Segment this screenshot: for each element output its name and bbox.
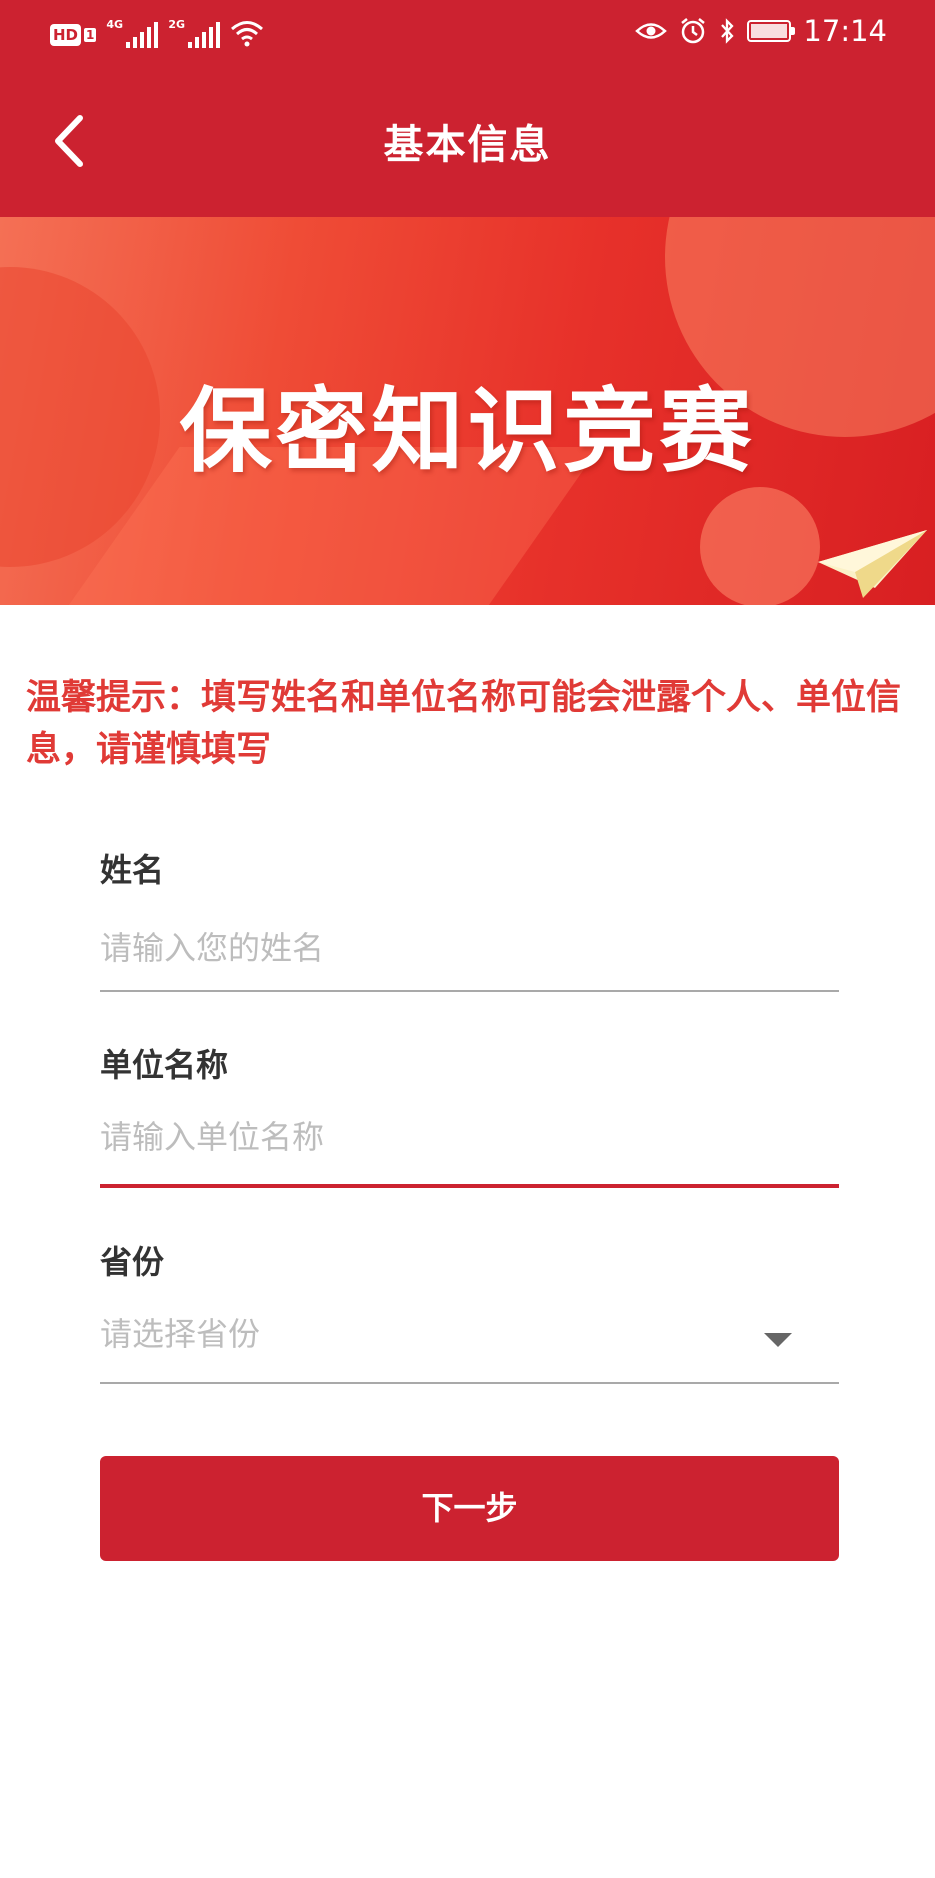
- page-title: 基本信息: [383, 121, 552, 168]
- name-underline: [100, 990, 839, 992]
- clock: 17:14: [803, 14, 887, 48]
- province-select[interactable]: 请选择省份: [100, 1309, 839, 1359]
- name-label: 姓名: [100, 851, 165, 889]
- organization-field: 单位名称: [100, 1040, 839, 1188]
- banner-decor-circle: [700, 487, 820, 605]
- next-step-button[interactable]: 下一步: [100, 1456, 839, 1561]
- organization-input[interactable]: [100, 1112, 839, 1162]
- battery-icon: [747, 20, 796, 42]
- signal-strength-2-icon: 2G: [168, 18, 221, 48]
- organization-label: 单位名称: [100, 1046, 229, 1084]
- paper-plane-icon: [818, 530, 927, 598]
- province-label: 省份: [100, 1243, 165, 1281]
- eye-comfort-icon: [635, 23, 668, 39]
- banner-heading: 保密知识竞赛: [179, 377, 756, 485]
- dropdown-arrow-icon[interactable]: [764, 1333, 792, 1347]
- hd-call-icon: HD 1: [50, 22, 97, 48]
- name-input[interactable]: [100, 923, 839, 973]
- network-type-label: 4G: [106, 18, 124, 31]
- alarm-icon: [681, 18, 706, 44]
- province-field[interactable]: 省份 请选择省份: [100, 1237, 839, 1384]
- network-type-label: 2G: [168, 18, 186, 31]
- name-field: 姓名: [100, 845, 839, 992]
- privacy-notice: 温馨提示：填写姓名和单位名称可能会泄露个人、单位信息，请谨慎填写: [26, 677, 902, 770]
- contest-banner: 保密知识竞赛: [0, 217, 935, 605]
- wifi-icon: [231, 21, 264, 47]
- signal-strength-1-icon: 4G: [106, 18, 159, 48]
- province-underline: [100, 1382, 839, 1384]
- organization-underline: [100, 1184, 839, 1188]
- status-bar: HD 1 4G 2G 17:14: [0, 0, 935, 70]
- bluetooth-icon: [721, 18, 735, 44]
